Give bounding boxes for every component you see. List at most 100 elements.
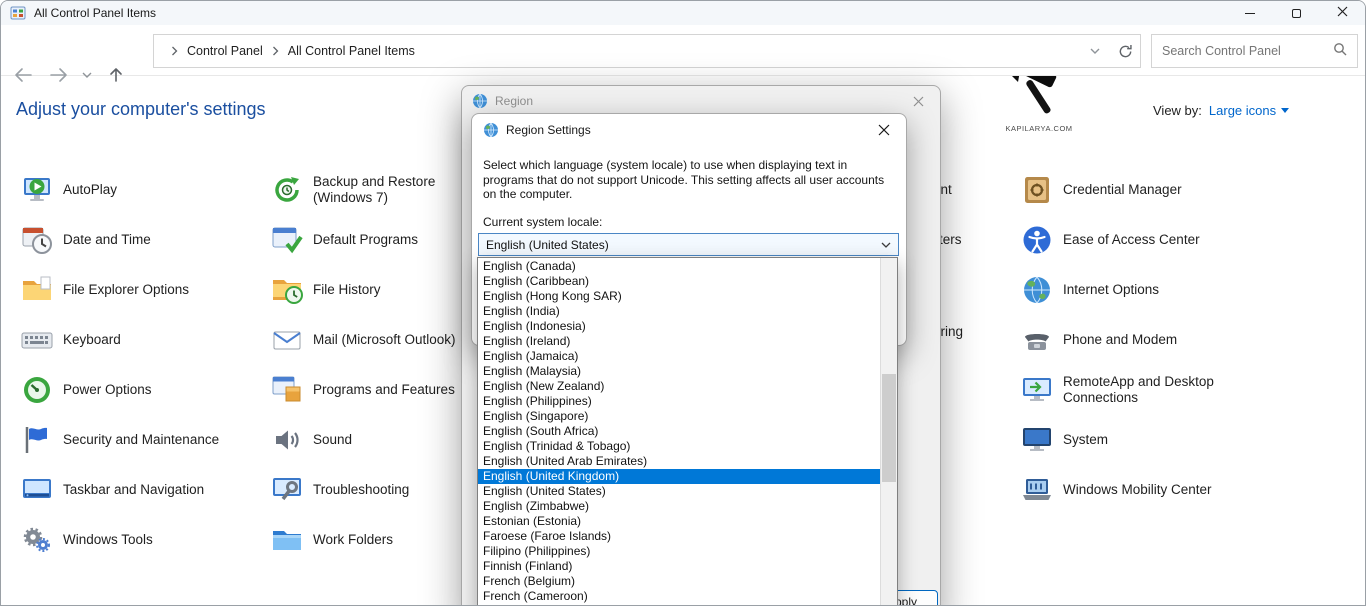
locale-option[interactable]: English (Philippines) — [478, 394, 880, 409]
control-panel-item-label: Work Folders — [313, 532, 393, 549]
control-panel-item[interactable]: Backup and Restore (Windows 7) — [271, 174, 435, 206]
region-settings-close-button[interactable] — [861, 114, 906, 146]
breadcrumb-control-panel[interactable]: Control Panel — [185, 42, 265, 60]
locale-option[interactable]: English (Trinidad & Tobago) — [478, 439, 880, 454]
globe-icon — [472, 93, 488, 109]
control-panel-item[interactable]: AutoPlay — [21, 174, 117, 206]
locale-option[interactable]: English (New Zealand) — [478, 379, 880, 394]
close-button[interactable] — [1319, 1, 1365, 25]
breadcrumb-chevron-icon — [164, 46, 185, 56]
control-panel-item-label: File Explorer Options — [63, 282, 189, 299]
current-locale-label: Current system locale: — [483, 215, 602, 229]
minimize-button[interactable] — [1227, 1, 1273, 25]
breadcrumb-all-control-panel-items[interactable]: All Control Panel Items — [286, 42, 417, 60]
control-panel-item-label: Date and Time — [63, 232, 151, 249]
maximize-icon — [1292, 9, 1301, 18]
locale-option[interactable]: English (South Africa) — [478, 424, 880, 439]
control-panel-item[interactable]: Troubleshooting — [271, 474, 409, 506]
phone-modem-icon — [1021, 324, 1053, 356]
control-panel-item[interactable]: Ease of Access Center — [1021, 224, 1200, 256]
locale-option[interactable]: English (United Arab Emirates) — [478, 454, 880, 469]
control-panel-item[interactable]: Sound — [271, 424, 352, 456]
security-maintenance-icon — [21, 424, 53, 456]
locale-option[interactable]: English (Caribbean) — [478, 274, 880, 289]
file-history-icon — [271, 274, 303, 306]
control-panel-item[interactable]: Internet Options — [1021, 274, 1159, 306]
taskbar-navigation-icon — [21, 474, 53, 506]
work-folders-icon — [271, 524, 303, 556]
control-panel-item[interactable]: System — [1021, 424, 1108, 456]
keyboard-icon — [21, 324, 53, 356]
address-bar[interactable]: Control Panel All Control Panel Items — [153, 34, 1141, 68]
control-panel-item-label: Default Programs — [313, 232, 418, 249]
recent-pages-chevron[interactable] — [77, 63, 97, 87]
region-settings-titlebar: Region Settings — [472, 114, 906, 146]
locale-option[interactable]: English (India) — [478, 304, 880, 319]
control-panel-item-label: Troubleshooting — [313, 482, 409, 499]
up-button[interactable] — [102, 63, 130, 87]
region-dialog-titlebar: Region — [462, 86, 940, 116]
control-panel-item[interactable]: Date and Time — [21, 224, 151, 256]
control-panel-item[interactable]: Mail (Microsoft Outlook) — [271, 324, 456, 356]
locale-option[interactable]: English (Zimbabwe) — [478, 499, 880, 514]
locale-option[interactable]: English (Canada) — [478, 259, 880, 274]
back-button[interactable] — [9, 63, 37, 87]
control-panel-item-label: Ease of Access Center — [1063, 232, 1200, 249]
scrollbar-thumb[interactable] — [882, 374, 896, 482]
control-panel-item[interactable]: RemoteApp and Desktop Connections — [1021, 374, 1214, 406]
locale-option[interactable]: English (Indonesia) — [478, 319, 880, 334]
control-panel-window: All Control Panel Items Control Panel Al… — [0, 0, 1366, 606]
control-panel-item-label: Backup and Restore (Windows 7) — [313, 174, 435, 207]
locale-option[interactable]: French (Cameroon) — [478, 589, 880, 604]
control-panel-item[interactable]: File Explorer Options — [21, 274, 189, 306]
sound-icon — [271, 424, 303, 456]
maximize-button[interactable] — [1273, 1, 1319, 25]
locale-option[interactable]: English (Ireland) — [478, 334, 880, 349]
system-locale-combobox[interactable]: English (United States) — [478, 233, 899, 256]
combobox-value: English (United States) — [486, 238, 609, 252]
control-panel-item[interactable]: Security and Maintenance — [21, 424, 219, 456]
power-options-icon — [21, 374, 53, 406]
control-panel-item[interactable]: Taskbar and Navigation — [21, 474, 204, 506]
scrollbar[interactable] — [880, 258, 897, 606]
control-panel-item[interactable]: Windows Mobility Center — [1021, 474, 1212, 506]
locale-option[interactable]: English (Singapore) — [478, 409, 880, 424]
control-panel-item-label: Internet Options — [1063, 282, 1159, 299]
region-settings-title: Region Settings — [506, 123, 591, 137]
control-panel-item[interactable]: Power Options — [21, 374, 152, 406]
region-settings-description: Select which language (system locale) to… — [483, 158, 895, 202]
locale-option[interactable]: Filipino (Philippines) — [478, 544, 880, 559]
locale-option[interactable]: Estonian (Estonia) — [478, 514, 880, 529]
titlebar: All Control Panel Items — [1, 1, 1365, 25]
locale-option[interactable]: English (Hong Kong SAR) — [478, 289, 880, 304]
control-panel-item[interactable]: Keyboard — [21, 324, 121, 356]
control-panel-item-label: RemoteApp and Desktop Connections — [1063, 374, 1214, 407]
region-dialog-title: Region — [495, 94, 533, 108]
control-panel-item[interactable]: Work Folders — [271, 524, 393, 556]
chevron-down-icon — [881, 242, 891, 248]
locale-option[interactable]: Faroese (Faroe Islands) — [478, 529, 880, 544]
address-dropdown-chevron[interactable] — [1080, 35, 1110, 67]
control-panel-item[interactable]: File History — [271, 274, 381, 306]
control-panel-item[interactable]: Programs and Features — [271, 374, 455, 406]
control-panel-item-label: Sound — [313, 432, 352, 449]
control-panel-item[interactable]: Default Programs — [271, 224, 418, 256]
control-panel-item[interactable]: Windows Tools — [21, 524, 153, 556]
navigation-bar: Control Panel All Control Panel Items — [1, 25, 1365, 76]
control-panel-item[interactable]: Phone and Modem — [1021, 324, 1177, 356]
search-input[interactable] — [1162, 44, 1333, 58]
globe-icon — [483, 122, 499, 138]
region-dialog-close-button[interactable] — [896, 86, 940, 116]
control-panel-item-label: Credential Manager — [1063, 182, 1182, 199]
locale-option[interactable]: English (Jamaica) — [478, 349, 880, 364]
window-title: All Control Panel Items — [34, 6, 156, 20]
locale-option[interactable]: English (Malaysia) — [478, 364, 880, 379]
search-box[interactable] — [1151, 34, 1358, 68]
control-panel-item[interactable]: Credential Manager — [1021, 174, 1182, 206]
locale-option[interactable]: French (Belgium) — [478, 574, 880, 589]
refresh-button[interactable] — [1110, 35, 1140, 67]
locale-option[interactable]: English (United States) — [478, 484, 880, 499]
locale-option[interactable]: English (United Kingdom) — [478, 469, 880, 484]
locale-option[interactable]: Finnish (Finland) — [478, 559, 880, 574]
forward-button[interactable] — [45, 63, 73, 87]
